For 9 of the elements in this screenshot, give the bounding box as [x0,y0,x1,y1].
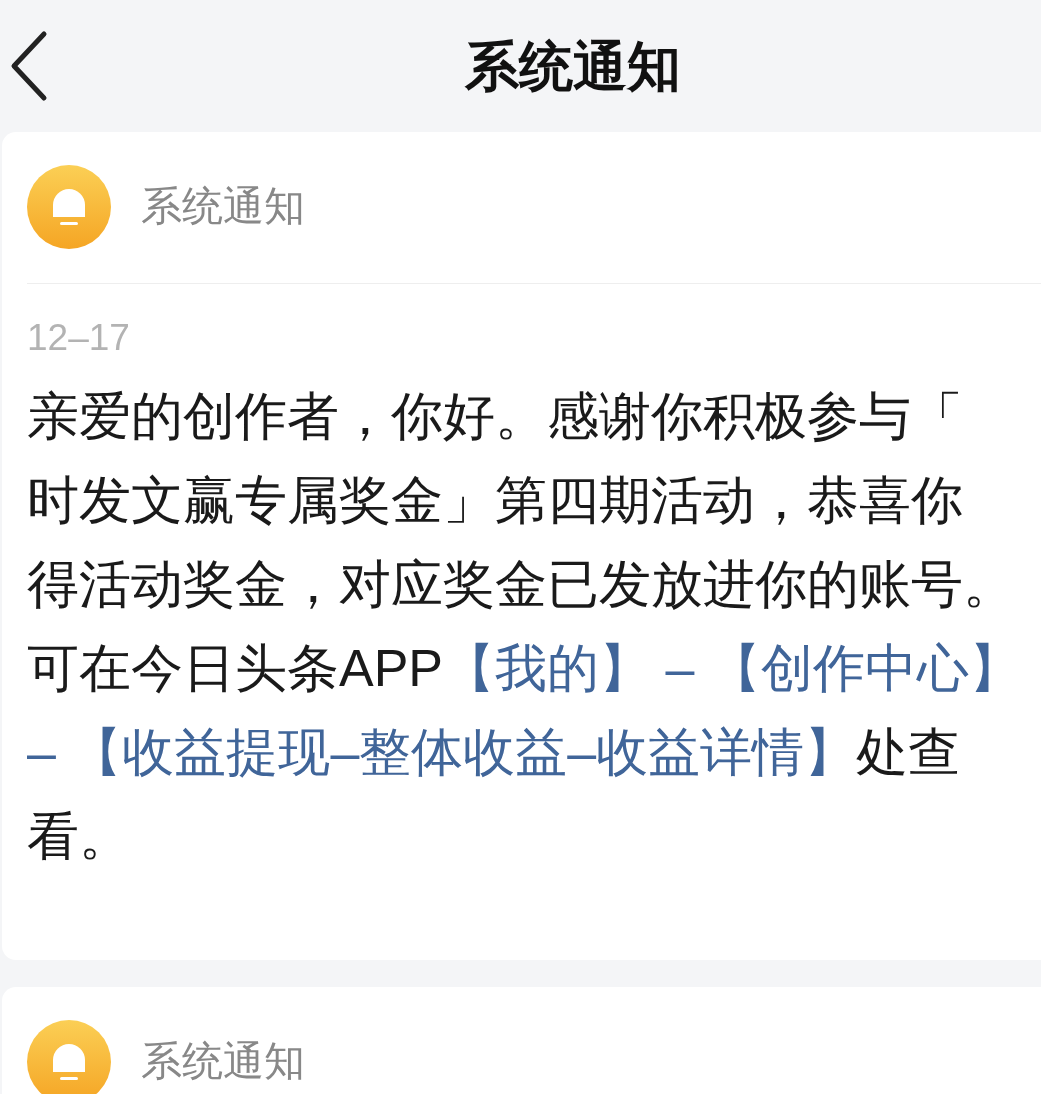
message-date: 12–17 [27,316,131,360]
sender-name: 系统通知 [141,1037,305,1087]
bell-icon [27,165,111,249]
message-text: 亲爱的创作者，你好。感谢你积极参与「 时发文赢专属奖金」第四期活动，恭喜你 得活动奖金，对应奖金已发放进你的账号。 可在今日头条APP【我的】 – 【创作中心】 – 【收益提现–整体收益–收益详情】处查 看。 [27,386,1021,867]
page-title: 系统通知 [464,34,681,98]
sender-name: 系统通知 [141,182,305,232]
link[interactable]: 【收益提现–整体收益–收益详情】 [70,723,857,781]
link[interactable]: 【创作中心】 [708,639,1021,697]
link[interactable]: 【我的】 [443,639,652,697]
